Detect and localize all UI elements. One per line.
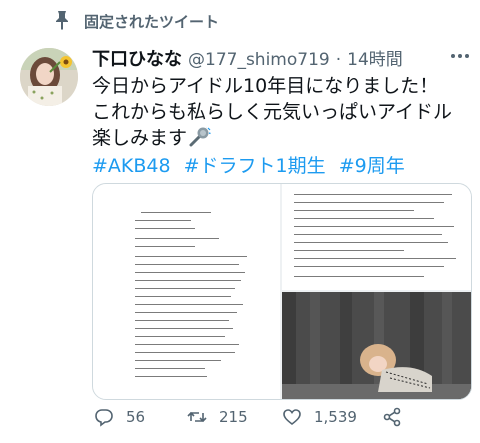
- like-action[interactable]: 1,539: [282, 407, 357, 427]
- share-icon[interactable]: [382, 407, 402, 427]
- pinned-label: 固定されたツイート: [84, 12, 220, 31]
- pin-icon: [56, 11, 68, 30]
- tweet-line: 楽しみます: [92, 127, 188, 149]
- hashtag-link[interactable]: #9周年: [339, 155, 405, 177]
- photo-of-woman[interactable]: [282, 292, 471, 399]
- tweet-time[interactable]: 14時間: [347, 45, 403, 70]
- reply-count: 56: [126, 408, 146, 426]
- letter-page-right[interactable]: [282, 184, 471, 290]
- tweet-body: 今日からアイドル10年目になりました！ これからも私らしく元気いっぱいアイドル …: [92, 73, 472, 151]
- more-options-icon[interactable]: [448, 47, 472, 65]
- pinned-tweet-indicator: 固定されたツイート: [56, 10, 220, 32]
- tweet-line-with-emoji: 楽しみます: [92, 125, 472, 151]
- reply-action[interactable]: 56: [94, 407, 145, 427]
- reply-icon[interactable]: [94, 407, 114, 427]
- retweet-count: 215: [219, 408, 248, 426]
- avatar-image: [20, 48, 78, 106]
- heart-icon[interactable]: [282, 407, 302, 427]
- tweet-actions: 56 215 1,539: [92, 407, 470, 433]
- tweet-line: これからも私らしく元気いっぱいアイドル: [92, 101, 453, 123]
- tweet-header: 下口ひなな @177_shimo719 · 14時間: [92, 45, 403, 71]
- author-handle[interactable]: @177_shimo719: [188, 50, 330, 70]
- retweet-action[interactable]: 215: [187, 407, 248, 427]
- avatar[interactable]: [20, 48, 78, 106]
- letter-page-left[interactable]: [93, 184, 280, 399]
- author-name[interactable]: 下口ひなな: [92, 45, 182, 71]
- hashtag-link[interactable]: #ドラフト1期生: [184, 155, 326, 177]
- hashtags: #AKB48 #ドラフト1期生 #9周年: [92, 151, 412, 178]
- tweet-line: 今日からアイドル10年目になりました！: [92, 75, 439, 97]
- photo-image: [282, 292, 471, 399]
- microphone-icon: [189, 127, 211, 147]
- retweet-icon[interactable]: [187, 407, 207, 427]
- share-action[interactable]: [382, 407, 402, 427]
- hashtag-link[interactable]: #AKB48: [92, 155, 171, 177]
- separator-dot: ·: [335, 50, 342, 70]
- tweet-media[interactable]: [92, 183, 472, 400]
- like-count: 1,539: [314, 408, 357, 426]
